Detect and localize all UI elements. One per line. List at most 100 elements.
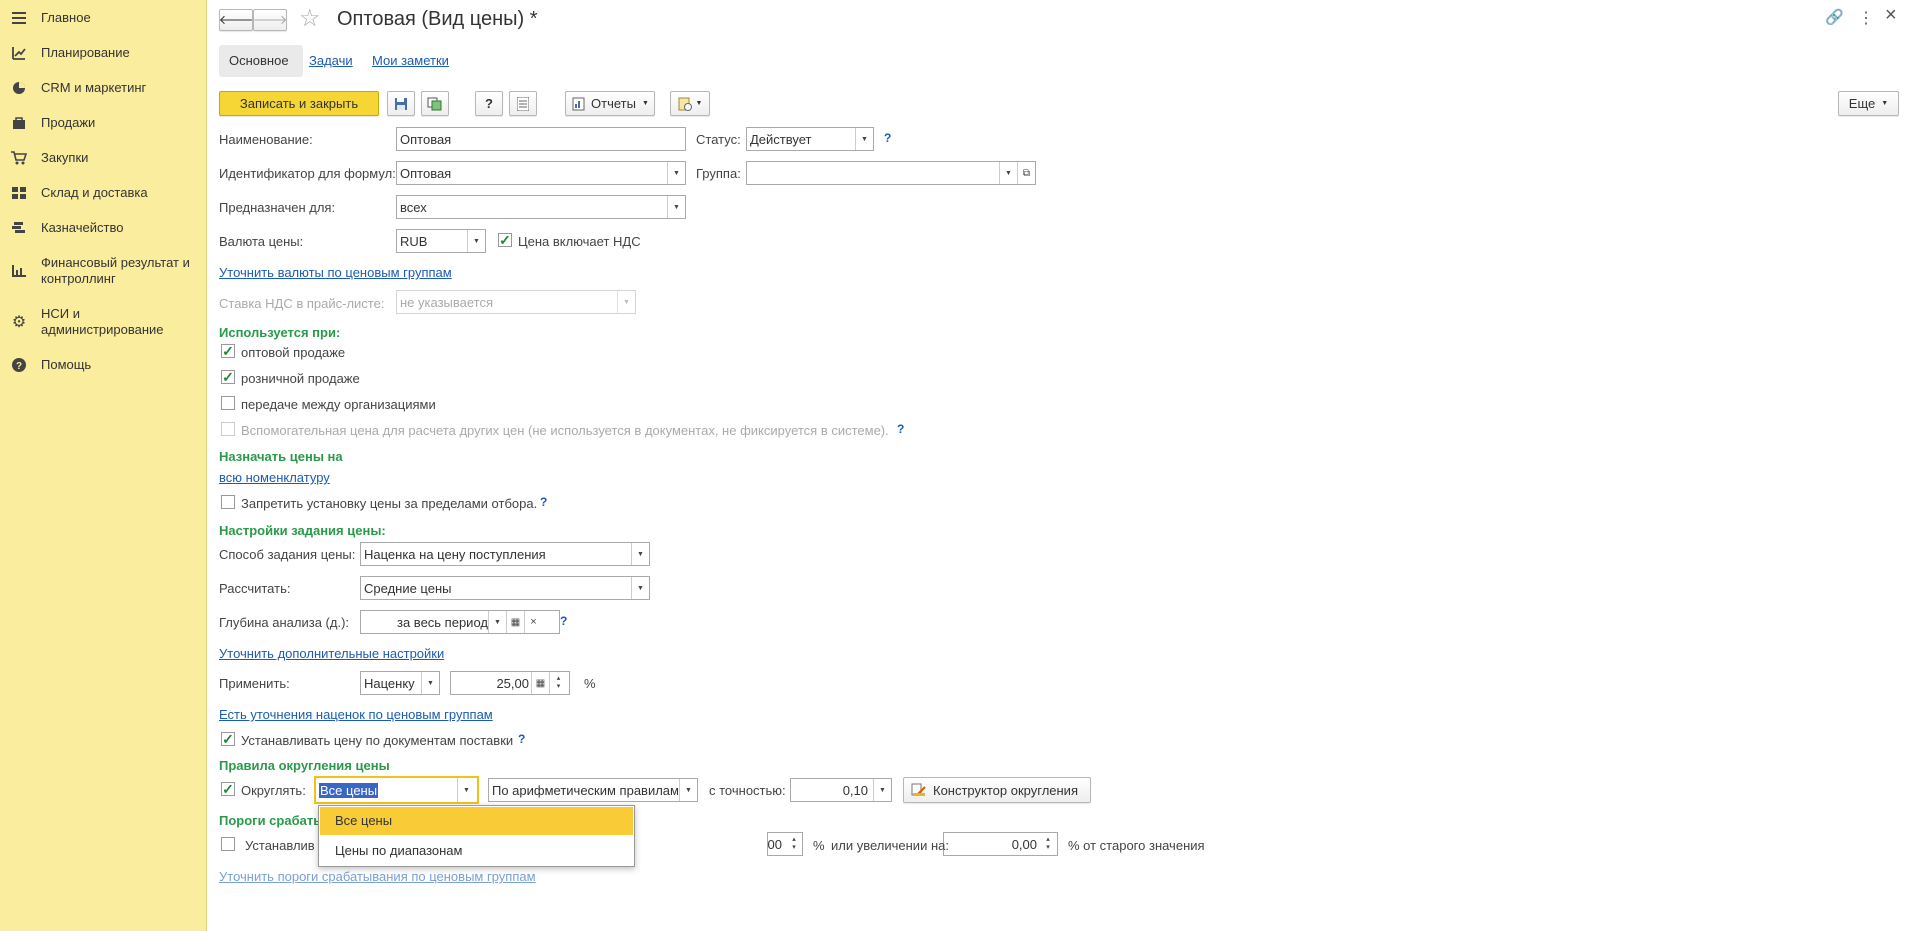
- tab-notes[interactable]: Мои заметки: [372, 53, 449, 68]
- precision-select[interactable]: 0,10 ▼: [790, 778, 892, 802]
- print-button[interactable]: ▼: [670, 91, 710, 116]
- round-checkbox[interactable]: ✓: [221, 782, 235, 796]
- sidebar-item-admin[interactable]: ⚙ НСИ и администрирование: [0, 306, 207, 342]
- retail-checkbox[interactable]: ✓: [221, 370, 235, 384]
- threshold-decrease-input[interactable]: 00 ▴ ▾: [767, 832, 803, 856]
- calendar-icon[interactable]: ▦: [506, 611, 524, 633]
- intended-select[interactable]: всех ▼: [396, 195, 686, 219]
- help-button[interactable]: ?: [475, 91, 503, 116]
- list-icon: [517, 96, 529, 111]
- forbid-checkbox[interactable]: [221, 495, 235, 509]
- chevron-down-icon[interactable]: ▼: [457, 778, 475, 802]
- spinner-icon[interactable]: ▴ ▾: [785, 833, 802, 855]
- clear-icon[interactable]: ×: [524, 611, 542, 633]
- spinner-icon[interactable]: ▴ ▾: [1039, 833, 1057, 855]
- save-button[interactable]: [387, 91, 415, 116]
- tab-main[interactable]: Основное: [229, 53, 289, 68]
- round-rule-select[interactable]: По арифметическим правилам ▼: [488, 778, 698, 802]
- pie-chart-icon: [11, 80, 27, 96]
- calc-select[interactable]: Средние цены ▼: [360, 576, 650, 600]
- reports-button[interactable]: Отчеты ▼: [565, 91, 655, 116]
- markup-groups-link[interactable]: Есть уточнения наценок по ценовым группа…: [219, 707, 493, 722]
- depth-select[interactable]: за весь период ▼ ▦ ×: [360, 610, 560, 634]
- link-icon[interactable]: 🔗: [1825, 8, 1844, 26]
- chevron-down-icon[interactable]: ▼: [421, 672, 439, 694]
- dropdown-option-price-ranges[interactable]: Цены по диапазонам: [320, 837, 633, 865]
- intercompany-label: передаче между организациями: [241, 397, 436, 412]
- chevron-down-icon[interactable]: ▼: [679, 779, 697, 801]
- spinner-icon[interactable]: ▴ ▾: [549, 672, 567, 694]
- intercompany-checkbox[interactable]: [221, 396, 235, 410]
- apply-select[interactable]: Наценку ▼: [360, 671, 440, 695]
- method-select[interactable]: Наценка на цену поступления ▼: [360, 542, 650, 566]
- used-header: Используется при:: [219, 325, 341, 340]
- vat-included-checkbox[interactable]: ✓: [498, 233, 512, 247]
- threshold-groups-link[interactable]: Уточнить пороги срабатывания по ценовым …: [219, 869, 536, 884]
- chevron-down-icon[interactable]: ▼: [999, 162, 1017, 184]
- assign-header: Назначать цены на: [219, 449, 343, 464]
- apply-value: Наценку: [364, 675, 415, 691]
- round-select[interactable]: Все цены ▼: [314, 776, 479, 804]
- sidebar-item-purchases[interactable]: Закупки: [0, 150, 207, 170]
- round-builder-label: Конструктор округления: [933, 782, 1078, 798]
- status-help-icon[interactable]: ?: [884, 131, 891, 145]
- threshold-header: Пороги срабаты: [219, 813, 325, 828]
- chevron-down-icon[interactable]: ▼: [855, 128, 873, 150]
- group-input[interactable]: ▼ ⧉: [746, 161, 1036, 185]
- more-button[interactable]: Еще ▼: [1838, 91, 1899, 116]
- vat-rate-select: не указывается ▼: [396, 290, 636, 314]
- set-by-docs-help-icon[interactable]: ?: [518, 732, 525, 746]
- sidebar-item-planning[interactable]: Планирование: [0, 45, 207, 65]
- forward-button[interactable]: 🡒: [253, 9, 287, 31]
- round-builder-button[interactable]: Конструктор округления: [903, 777, 1091, 803]
- calc-value: Средние цены: [364, 580, 452, 596]
- chevron-down-icon[interactable]: ▼: [631, 577, 649, 599]
- status-select[interactable]: Действует ▼: [746, 127, 874, 151]
- star-icon[interactable]: ☆: [299, 4, 321, 33]
- bar-chart-icon: [11, 263, 27, 279]
- sidebar-item-sales[interactable]: Продажи: [0, 115, 207, 135]
- calculator-icon[interactable]: ▦: [531, 672, 549, 694]
- name-input[interactable]: Оптовая: [396, 127, 686, 151]
- currency-groups-link[interactable]: Уточнить валюты по ценовым группам: [219, 265, 452, 280]
- bag-icon: [11, 115, 27, 131]
- chevron-down-icon[interactable]: ▼: [667, 196, 685, 218]
- chevron-down-icon[interactable]: ▼: [467, 230, 485, 252]
- vat-included-label: Цена включает НДС: [518, 234, 641, 249]
- more-label: Еще: [1848, 96, 1876, 111]
- dropdown-option-all-prices[interactable]: Все цены: [320, 807, 633, 835]
- extra-settings-link[interactable]: Уточнить дополнительные настройки: [219, 646, 444, 661]
- assign-link[interactable]: всю номенклатуру: [219, 470, 330, 485]
- name-label: Наименование:: [219, 132, 313, 147]
- sidebar-item-main[interactable]: Главное: [0, 10, 207, 30]
- auxiliary-help-icon[interactable]: ?: [897, 422, 904, 436]
- back-button[interactable]: 🡐: [219, 9, 253, 31]
- threshold-percent-label: %: [813, 838, 825, 853]
- list-button[interactable]: [509, 91, 537, 116]
- currency-select[interactable]: RUB ▼: [396, 229, 486, 253]
- sidebar-item-finance[interactable]: Финансовый результат и контроллинг: [0, 255, 207, 291]
- sidebar-item-help[interactable]: ? Помощь: [0, 357, 207, 377]
- chevron-down-icon[interactable]: ▼: [873, 779, 891, 801]
- sidebar-item-warehouse[interactable]: Склад и доставка: [0, 185, 207, 205]
- set-by-docs-checkbox[interactable]: ✓: [221, 732, 235, 746]
- copy-button[interactable]: [421, 91, 449, 116]
- close-icon[interactable]: ×: [1885, 4, 1897, 27]
- sidebar-item-treasury[interactable]: Казначейство: [0, 220, 207, 240]
- chevron-down-icon[interactable]: ▼: [488, 611, 506, 633]
- depth-help-icon[interactable]: ?: [560, 614, 567, 628]
- save-close-button[interactable]: Записать и закрыть: [219, 91, 379, 116]
- chevron-down-icon[interactable]: ▼: [667, 162, 685, 184]
- id-input[interactable]: Оптовая ▼: [396, 161, 686, 185]
- chevron-down-icon[interactable]: ▼: [631, 543, 649, 565]
- threshold-increase-input[interactable]: 0,00 ▴ ▾: [943, 832, 1058, 856]
- wholesale-checkbox[interactable]: ✓: [221, 344, 235, 358]
- sidebar-item-crm[interactable]: CRM и маркетинг: [0, 80, 207, 100]
- apply-amount-input[interactable]: 25,00 ▦ ▴ ▾: [450, 671, 570, 695]
- threshold-checkbox[interactable]: [221, 837, 235, 851]
- more-vertical-icon[interactable]: ⋮: [1858, 8, 1874, 28]
- open-icon[interactable]: ⧉: [1017, 162, 1035, 184]
- vat-rate-label: Ставка НДС в прайс-листе:: [219, 296, 385, 311]
- forbid-help-icon[interactable]: ?: [540, 495, 547, 509]
- tab-tasks[interactable]: Задачи: [309, 53, 353, 68]
